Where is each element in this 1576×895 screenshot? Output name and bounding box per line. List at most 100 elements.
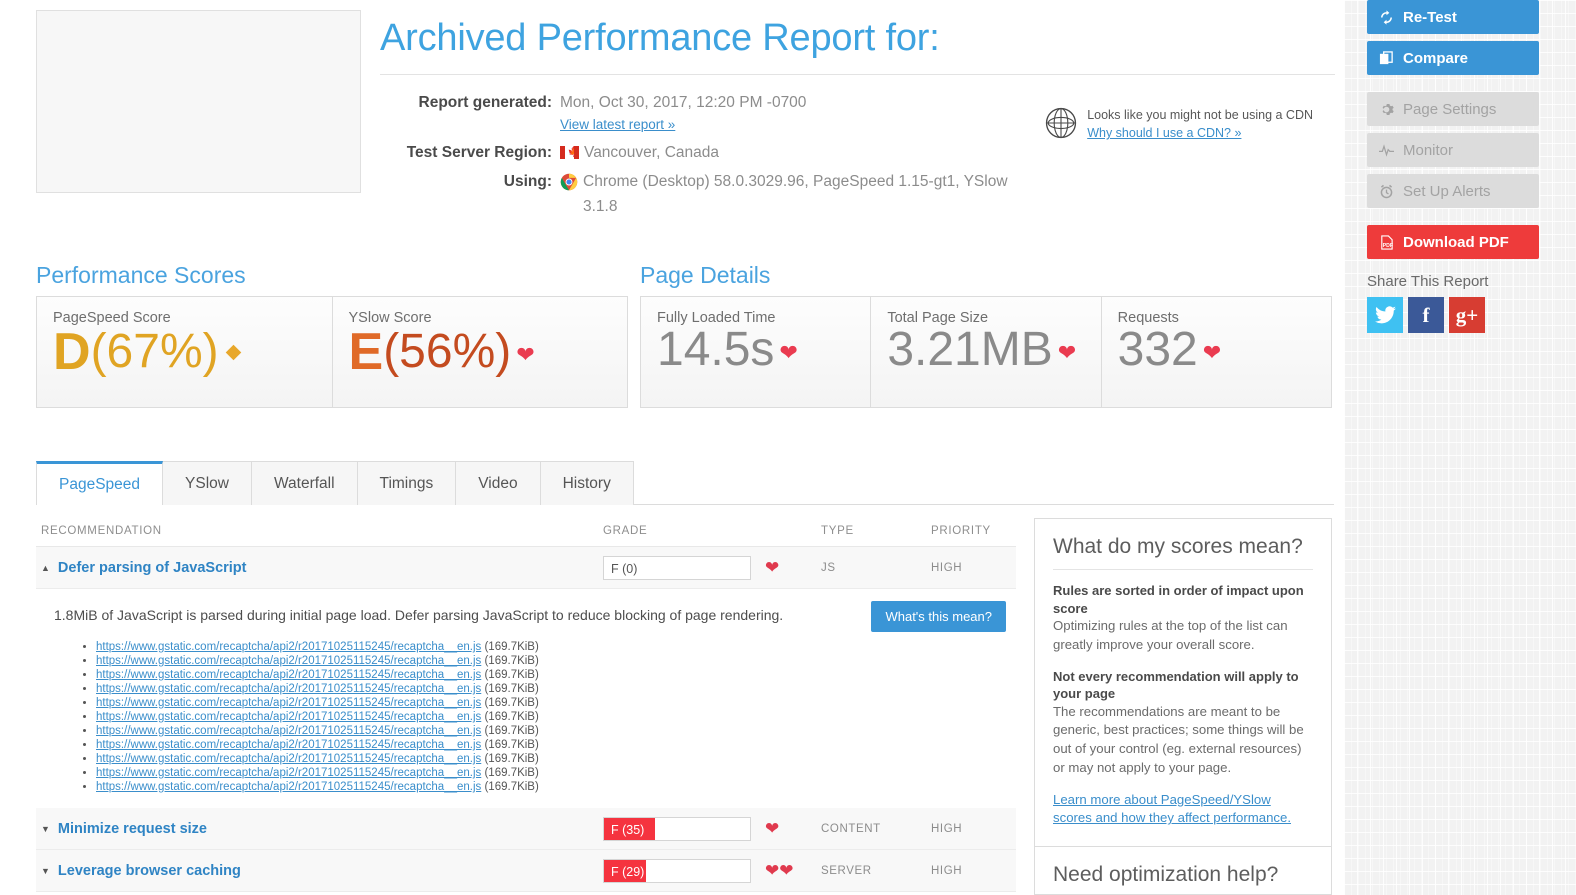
resource-url-link[interactable]: https://www.gstatic.com/recaptcha/api2/r… <box>96 655 481 667</box>
panel-title: Need optimization help? <box>1053 863 1279 886</box>
list-item: https://www.gstatic.com/recaptcha/api2/r… <box>96 724 1011 738</box>
recommendation-type: JS <box>821 561 836 574</box>
page-screenshot-thumbnail <box>36 10 361 193</box>
tab-waterfall[interactable]: Waterfall <box>250 461 358 505</box>
button-label: Set Up Alerts <box>1403 182 1491 200</box>
tab-yslow[interactable]: YSlow <box>162 461 252 505</box>
expand-triangle-icon[interactable]: ▼ <box>41 866 50 876</box>
refresh-icon <box>1381 9 1392 25</box>
button-label: Monitor <box>1403 141 1454 159</box>
alarm-clock-icon <box>1380 184 1393 198</box>
yslow-grade-percent: (56%) <box>383 325 512 379</box>
grade-value: F (35) <box>611 822 645 837</box>
grade-bar: F (29) <box>603 858 751 883</box>
tab-history[interactable]: History <box>539 461 634 505</box>
resource-size: (169.7KiB) <box>481 739 539 751</box>
resource-size: (169.7KiB) <box>481 767 539 779</box>
detail-description: 1.8MiB of JavaScript is parsed during in… <box>54 607 784 623</box>
resource-url-link[interactable]: https://www.gstatic.com/recaptcha/api2/r… <box>96 683 481 695</box>
resource-url-link[interactable]: https://www.gstatic.com/recaptcha/api2/r… <box>96 711 481 723</box>
page-details-title: Page Details <box>640 262 771 288</box>
compare-button[interactable]: Compare <box>1367 41 1539 75</box>
page-settings-button[interactable]: Page Settings <box>1367 92 1539 126</box>
resource-url-link[interactable]: https://www.gstatic.com/recaptcha/api2/r… <box>96 641 481 653</box>
meta-value: Vancouver, Canada <box>584 144 720 162</box>
tab-pagespeed[interactable]: PageSpeed <box>36 461 164 506</box>
pdf-icon: PDF <box>1381 234 1393 250</box>
detail-card-fully-loaded-time[interactable]: Fully Loaded Time 14.5s ❤ <box>641 297 872 407</box>
main-content: Archived Performance Report for: Report … <box>0 0 1344 895</box>
caret-down-icon: ❤ <box>516 342 535 368</box>
compare-icon <box>1379 50 1393 64</box>
tab-timings[interactable]: Timings <box>356 461 457 505</box>
recommendation-name[interactable]: Leverage browser caching <box>58 863 241 879</box>
googleplus-icon: g+ <box>1455 302 1479 327</box>
detail-card-total-page-size[interactable]: Total Page Size 3.21MB ❤ <box>871 297 1102 407</box>
score-card-pagespeed[interactable]: PageSpeed Score D (67%) <box>37 297 333 407</box>
recommendation-priority: HIGH <box>931 864 963 877</box>
column-header-priority: PRIORITY <box>931 525 991 537</box>
meta-row-test-server-region: Test Server Region: 🍁 Vancouver, Canada <box>380 141 1335 166</box>
table-row[interactable]: ▼ Leverage browser caching F (29) ❤❤ SER… <box>36 850 1016 892</box>
detail-card-requests[interactable]: Requests 332 ❤ <box>1101 297 1331 407</box>
score-card-yslow[interactable]: YSlow Score E (56%) ❤ <box>332 297 627 407</box>
resource-url-link[interactable]: https://www.gstatic.com/recaptcha/api2/r… <box>96 669 481 681</box>
page-title: Archived Performance Report for: <box>380 17 940 59</box>
resource-url-link[interactable]: https://www.gstatic.com/recaptcha/api2/r… <box>96 753 481 765</box>
caret-down-icon: ❤ <box>1057 339 1077 365</box>
resource-url-link[interactable]: https://www.gstatic.com/recaptcha/api2/r… <box>96 781 481 793</box>
resource-url-link[interactable]: https://www.gstatic.com/recaptcha/api2/r… <box>96 739 481 751</box>
table-row[interactable]: ▲ Defer parsing of JavaScript F (0) ❤ JS… <box>36 547 1016 589</box>
list-item: https://www.gstatic.com/recaptcha/api2/r… <box>96 780 1011 794</box>
re-test-button[interactable]: Re-Test <box>1367 0 1539 34</box>
resource-url-link[interactable]: https://www.gstatic.com/recaptcha/api2/r… <box>96 697 481 709</box>
resource-url-link[interactable]: https://www.gstatic.com/recaptcha/api2/r… <box>96 725 481 737</box>
list-item: https://www.gstatic.com/recaptcha/api2/r… <box>96 738 1011 752</box>
cdn-notice-text: Looks like you might not be using a CDN <box>1087 108 1313 122</box>
tab-video[interactable]: Video <box>455 461 541 505</box>
recommendation-name[interactable]: Minimize request size <box>58 821 207 837</box>
optimization-help-panel: Need optimization help? <box>1034 846 1332 895</box>
resource-url-link[interactable]: https://www.gstatic.com/recaptcha/api2/r… <box>96 767 481 779</box>
title-divider <box>380 73 1335 75</box>
meta-label: Using: <box>503 172 552 190</box>
grade-value: F (0) <box>611 561 638 576</box>
resource-size: (169.7KiB) <box>481 725 539 737</box>
facebook-share-button[interactable]: f <box>1408 297 1444 333</box>
resource-size: (169.7KiB) <box>481 683 539 695</box>
resource-size: (169.7KiB) <box>481 669 539 681</box>
meta-value: Mon, Oct 30, 2017, 12:20 PM -0700 <box>560 93 807 111</box>
monitor-button[interactable]: Monitor <box>1367 133 1539 167</box>
table-row[interactable]: ▼ Minimize request size F (35) ❤ CONTENT… <box>36 808 1016 850</box>
learn-more-link[interactable]: Learn more about PageSpeed/YSlow scores … <box>1053 791 1313 828</box>
detail-card-value: 332 <box>1117 323 1198 376</box>
resource-size: (169.7KiB) <box>481 781 539 793</box>
grade-bar: F (35) <box>603 816 751 841</box>
view-latest-report-link[interactable]: View latest report » <box>560 114 806 136</box>
meta-label: Test Server Region: <box>406 144 552 162</box>
grade-bar: F (0) <box>603 555 751 580</box>
twitter-share-button[interactable] <box>1367 297 1403 333</box>
list-item: https://www.gstatic.com/recaptcha/api2/r… <box>96 710 1011 724</box>
page-details-panel: Page Details Fully Loaded Time 14.5s ❤ T… <box>640 262 1332 408</box>
caret-down-icon: ❤ <box>765 819 780 838</box>
diamond-marker-icon <box>225 344 241 360</box>
panel-title: What do my scores mean? <box>1053 535 1313 570</box>
list-item: https://www.gstatic.com/recaptcha/api2/r… <box>96 752 1011 766</box>
resource-size: (169.7KiB) <box>481 711 539 723</box>
googleplus-share-button[interactable]: g+ <box>1449 297 1485 333</box>
cdn-notice: Looks like you might not be using a CDN … <box>1044 106 1313 142</box>
svg-text:PDF: PDF <box>1383 243 1393 249</box>
collapse-triangle-icon[interactable]: ▲ <box>41 563 50 573</box>
recommendation-name[interactable]: Defer parsing of JavaScript <box>58 560 247 576</box>
scores-explainer-panel: What do my scores mean? Rules are sorted… <box>1034 518 1332 848</box>
meta-value: Chrome (Desktop) 58.0.3029.96, PageSpeed… <box>583 172 1008 215</box>
set-up-alerts-button[interactable]: Set Up Alerts <box>1367 174 1539 208</box>
recommendation-type: SERVER <box>821 864 872 877</box>
download-pdf-button[interactable]: PDF Download PDF <box>1367 225 1539 259</box>
cdn-learn-more-link[interactable]: Why should I use a CDN? » <box>1087 126 1241 140</box>
facebook-icon: f <box>1422 302 1430 327</box>
explainer-body: Optimizing rules at the top of the list … <box>1053 618 1288 652</box>
whats-this-mean-button[interactable]: What's this mean? <box>871 601 1006 632</box>
expand-triangle-icon[interactable]: ▼ <box>41 824 50 834</box>
